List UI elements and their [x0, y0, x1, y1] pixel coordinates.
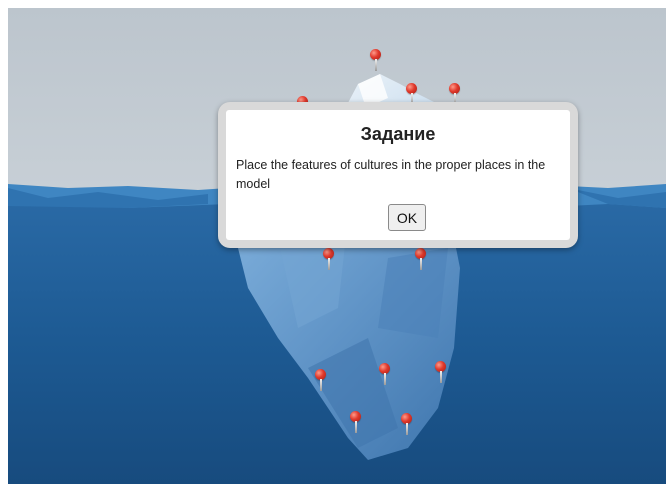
app-frame: Задание Place the features of cultures i…	[0, 0, 667, 487]
ok-button[interactable]: OK	[388, 204, 426, 231]
marker-pin[interactable]	[323, 248, 335, 272]
marker-pin[interactable]	[370, 49, 382, 73]
task-dialog: Задание Place the features of cultures i…	[218, 102, 578, 248]
dialog-title: Задание	[360, 124, 436, 144]
dialog-message: Place the features of cultures in the pr…	[236, 158, 546, 191]
marker-pin[interactable]	[401, 413, 413, 437]
task-dialog-body: Задание Place the features of cultures i…	[226, 110, 570, 240]
marker-pin[interactable]	[350, 411, 362, 435]
marker-pin[interactable]	[415, 248, 427, 272]
marker-pin[interactable]	[379, 363, 391, 387]
marker-pin[interactable]	[315, 369, 327, 393]
marker-pin[interactable]	[435, 361, 447, 385]
